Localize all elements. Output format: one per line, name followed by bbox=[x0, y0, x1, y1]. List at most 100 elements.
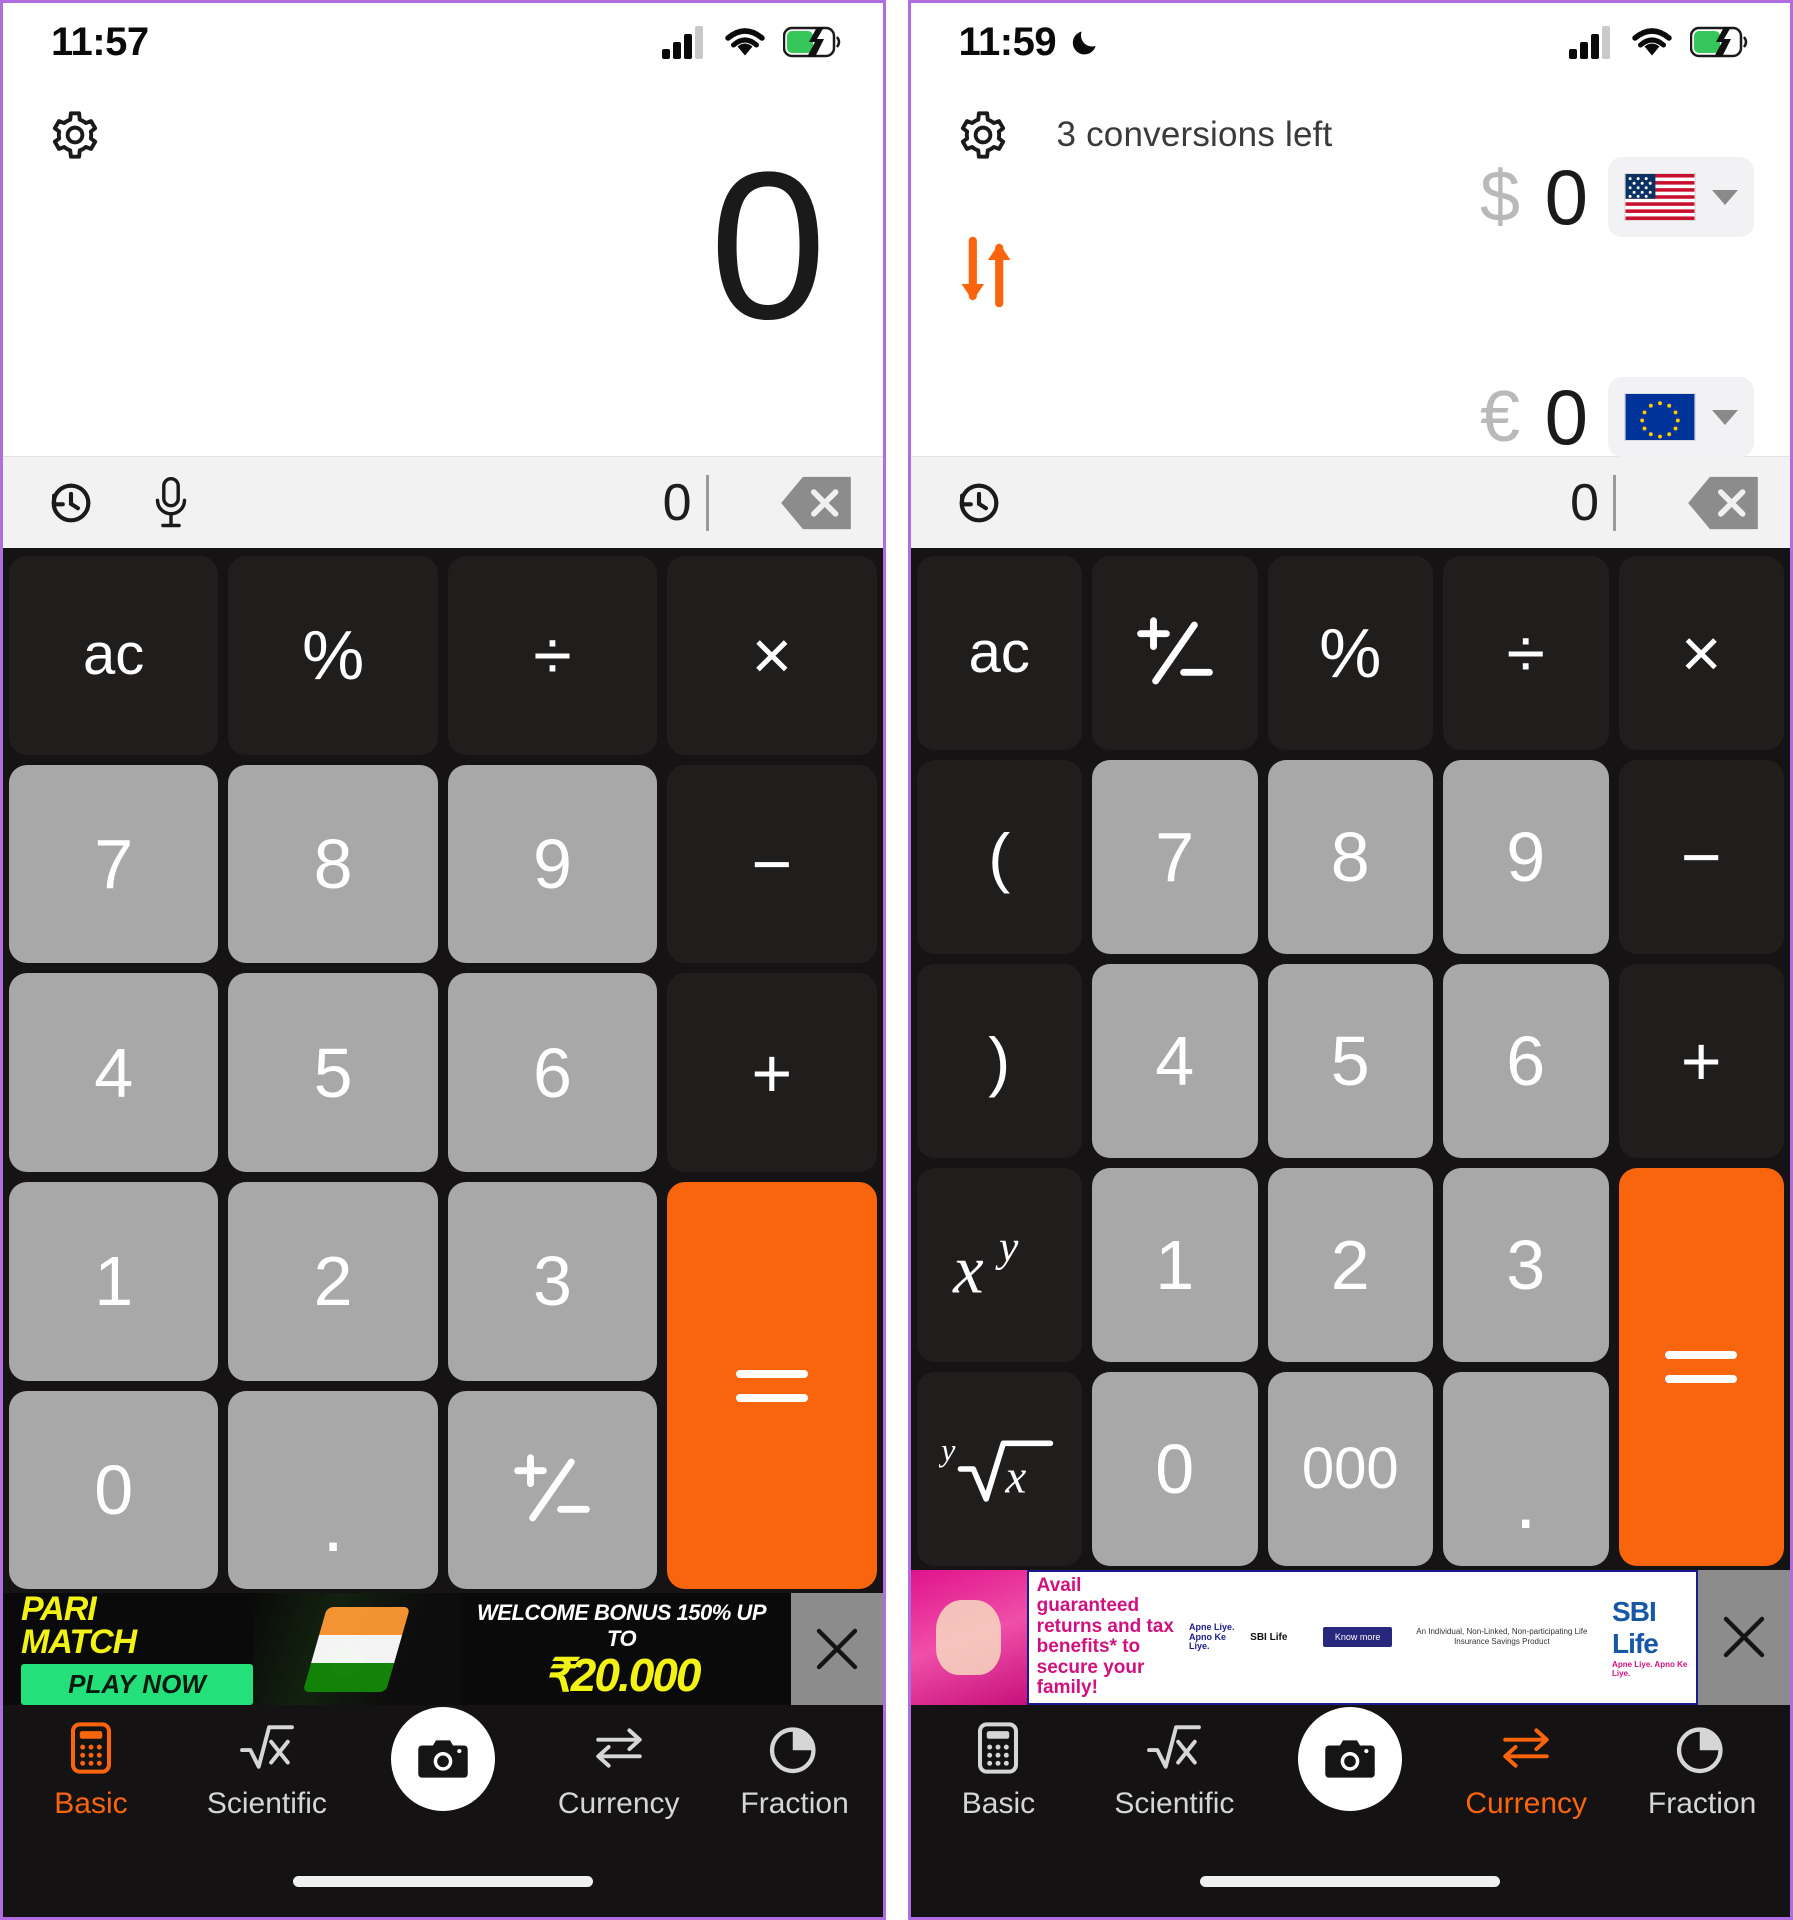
nav-item-fraction[interactable]: Fraction bbox=[707, 1721, 883, 1821]
expression-input[interactable]: 0 bbox=[663, 473, 727, 533]
key-7[interactable]: 7 bbox=[1092, 760, 1258, 954]
ad-close-button[interactable] bbox=[1698, 1570, 1790, 1705]
nav-item-scientific[interactable]: Scientific bbox=[179, 1721, 355, 1821]
key-nth-root[interactable]: yx bbox=[917, 1372, 1083, 1566]
backspace-button[interactable] bbox=[779, 474, 853, 532]
key-8-label: 8 bbox=[1331, 822, 1370, 892]
ad-content[interactable]: Avail guaranteed returns and tax benefit… bbox=[911, 1570, 1699, 1705]
key-percent[interactable]: % bbox=[228, 556, 437, 755]
key-plus[interactable]: + bbox=[1619, 964, 1785, 1158]
key-close-paren[interactable]: ) bbox=[917, 964, 1083, 1158]
ad-banner[interactable]: Avail guaranteed returns and tax benefit… bbox=[911, 1570, 1791, 1705]
key-divide[interactable]: ÷ bbox=[1443, 556, 1609, 750]
key-1[interactable]: 1 bbox=[9, 1182, 218, 1381]
expression-input[interactable]: 0 bbox=[1570, 473, 1634, 533]
keypad-basic[interactable]: ac%÷× 78 9 − 456+123 0. bbox=[3, 548, 883, 1593]
key-4[interactable]: 4 bbox=[1092, 964, 1258, 1158]
to-currency-value[interactable]: 0 bbox=[1540, 378, 1588, 456]
ad-content[interactable]: PARI MATCH PLAY NOW WELCOME BONUS 150% U… bbox=[3, 1593, 791, 1705]
status-time-text: 11:57 bbox=[51, 20, 149, 65]
key-6[interactable]: 6 bbox=[448, 973, 657, 1172]
key-2[interactable]: 2 bbox=[1268, 1168, 1434, 1362]
key-3[interactable]: 3 bbox=[1443, 1168, 1609, 1362]
nav-item-basic[interactable]: Basic bbox=[911, 1721, 1087, 1821]
bottom-nav-bar[interactable]: BasicScientific CurrencyFraction bbox=[911, 1705, 1791, 1845]
key-decimal[interactable]: . bbox=[1443, 1372, 1609, 1566]
key-triple-zero[interactable]: 000 bbox=[1268, 1372, 1434, 1566]
key-ac[interactable]: ac bbox=[917, 556, 1083, 750]
key-1-label: 1 bbox=[1155, 1230, 1194, 1300]
nav-item-fraction[interactable]: Fraction bbox=[1614, 1721, 1790, 1821]
key-plus[interactable]: + bbox=[667, 973, 876, 1172]
key-0[interactable]: 0 bbox=[1092, 1372, 1258, 1566]
camera-button[interactable] bbox=[1298, 1707, 1402, 1811]
home-indicator[interactable] bbox=[1200, 1876, 1500, 1887]
key-9[interactable]: 9 bbox=[1443, 760, 1609, 954]
ad-cta-button[interactable]: Know more bbox=[1323, 1627, 1391, 1647]
key-3[interactable]: 3 bbox=[448, 1182, 657, 1381]
key-equals[interactable] bbox=[1619, 1168, 1785, 1566]
key-7[interactable]: 7 bbox=[9, 765, 218, 964]
key-triple-zero-label: 000 bbox=[1302, 1440, 1399, 1498]
nav-item-currency[interactable]: Currency bbox=[531, 1721, 707, 1821]
ad-sbi-life[interactable]: Avail guaranteed returns and tax benefit… bbox=[911, 1570, 1699, 1705]
gear-icon[interactable] bbox=[49, 109, 101, 161]
key-power[interactable]: xy bbox=[917, 1168, 1083, 1362]
plus-minus-icon bbox=[1132, 610, 1218, 696]
key-6[interactable]: 6 bbox=[1443, 964, 1609, 1158]
key-decimal[interactable]: . bbox=[228, 1391, 437, 1590]
nav-item-camera[interactable] bbox=[1262, 1721, 1438, 1811]
to-currency-selector[interactable] bbox=[1608, 377, 1754, 457]
signal-icon bbox=[661, 25, 707, 59]
history-icon[interactable] bbox=[953, 477, 1005, 529]
ad-close-button[interactable] bbox=[791, 1593, 883, 1705]
nav-item-currency[interactable]: Currency bbox=[1438, 1721, 1614, 1821]
key-0[interactable]: 0 bbox=[9, 1391, 218, 1590]
key-multiply[interactable]: × bbox=[1619, 556, 1785, 750]
from-currency-value[interactable]: 0 bbox=[1540, 158, 1588, 236]
key-decimal-label: . bbox=[1515, 1462, 1537, 1540]
status-time: 11:59 bbox=[959, 20, 1101, 65]
key-0-label: 0 bbox=[1155, 1434, 1194, 1504]
key-4[interactable]: 4 bbox=[9, 973, 218, 1172]
nav-item-basic[interactable]: Basic bbox=[3, 1721, 179, 1821]
nav-item-scientific[interactable]: Scientific bbox=[1086, 1721, 1262, 1821]
key-multiply[interactable]: × bbox=[667, 556, 876, 755]
signal-icon bbox=[1568, 25, 1614, 59]
history-icon[interactable] bbox=[45, 477, 97, 529]
key-5[interactable]: 5 bbox=[228, 973, 437, 1172]
from-currency-selector[interactable] bbox=[1608, 157, 1754, 237]
bottom-nav-bar[interactable]: BasicScientific CurrencyFraction bbox=[3, 1705, 883, 1845]
ad-banner[interactable]: PARI MATCH PLAY NOW WELCOME BONUS 150% U… bbox=[3, 1593, 883, 1705]
key-minus-label: − bbox=[1681, 822, 1722, 892]
key-open-paren[interactable]: ( bbox=[917, 760, 1083, 954]
status-icons bbox=[661, 25, 841, 59]
key-2[interactable]: 2 bbox=[228, 1182, 437, 1381]
exchange-icon bbox=[1499, 1721, 1553, 1775]
key-divide[interactable]: ÷ bbox=[448, 556, 657, 755]
wifi-icon bbox=[1630, 25, 1674, 59]
ad-parimatch[interactable]: PARI MATCH PLAY NOW WELCOME BONUS 150% U… bbox=[3, 1593, 791, 1705]
screenshot-stage: 11:57 bbox=[0, 0, 1793, 1920]
home-indicator[interactable] bbox=[293, 1876, 593, 1887]
key-plusminus[interactable] bbox=[1092, 556, 1258, 750]
backspace-button[interactable] bbox=[1686, 474, 1760, 532]
key-9[interactable]: 9 bbox=[448, 765, 657, 964]
key-8[interactable]: 8 bbox=[228, 765, 437, 964]
key-8[interactable]: 8 bbox=[1268, 760, 1434, 954]
key-5[interactable]: 5 bbox=[1268, 964, 1434, 1158]
nav-item-camera[interactable] bbox=[355, 1721, 531, 1811]
key-equals[interactable] bbox=[667, 1182, 876, 1589]
key-ac[interactable]: ac bbox=[9, 556, 218, 755]
key-1[interactable]: 1 bbox=[1092, 1168, 1258, 1362]
key-percent[interactable]: % bbox=[1268, 556, 1434, 750]
key-plusminus[interactable] bbox=[448, 1391, 657, 1590]
camera-button[interactable] bbox=[391, 1707, 495, 1811]
status-time-text: 11:59 bbox=[959, 20, 1057, 65]
microphone-icon[interactable] bbox=[149, 476, 193, 530]
key-9-label: 9 bbox=[533, 829, 572, 899]
ad-cta-button[interactable]: PLAY NOW bbox=[21, 1664, 253, 1705]
key-minus[interactable]: − bbox=[1619, 760, 1785, 954]
keypad-currency[interactable]: ac%÷×(789−)456+xy123yx0000. bbox=[911, 548, 1791, 1570]
key-minus[interactable]: − bbox=[667, 765, 876, 964]
